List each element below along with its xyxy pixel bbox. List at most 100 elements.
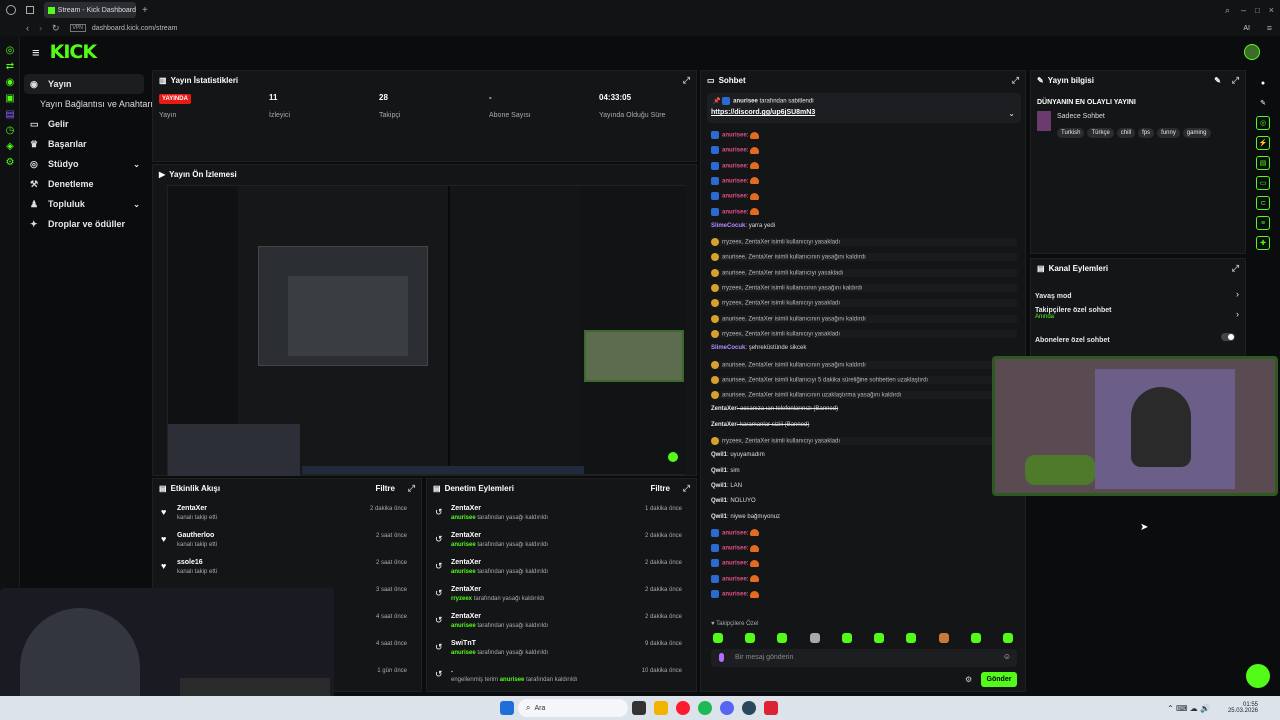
- emote-icon[interactable]: [1002, 633, 1013, 643]
- emoji-icon[interactable]: ☺: [1003, 652, 1011, 661]
- emote-icon[interactable]: [906, 633, 917, 643]
- expand-icon[interactable]: ⤢: [1232, 75, 1239, 86]
- rail-icon-1[interactable]: ◎: [0, 42, 20, 58]
- emote-icon[interactable]: [713, 633, 723, 643]
- browser-logo-icon[interactable]: [6, 5, 16, 15]
- slow-mode-row[interactable]: Yavaş mod ›: [1035, 289, 1241, 303]
- url-text[interactable]: dashboard.kick.com/stream: [92, 25, 178, 32]
- reload-icon[interactable]: ↻: [52, 23, 60, 34]
- search-tabs-icon[interactable]: ⌕: [1225, 5, 1230, 16]
- chat-input[interactable]: Bir mesaj gönderin ☺: [711, 649, 1017, 667]
- tag[interactable]: Türkçe: [1087, 128, 1114, 138]
- tag[interactable]: chill: [1116, 128, 1136, 138]
- info-rail-icon[interactable]: ●: [1256, 76, 1270, 90]
- chat-settings-icon[interactable]: ⚙: [965, 675, 972, 684]
- tag[interactable]: fps: [1138, 128, 1155, 138]
- chat-username[interactable]: Qwil1: [711, 452, 727, 458]
- expand-icon[interactable]: ⤢: [683, 75, 690, 86]
- send-button[interactable]: Gönder: [981, 672, 1017, 687]
- tag[interactable]: gaming: [1182, 128, 1211, 138]
- rail-icon-7[interactable]: ◈: [0, 138, 20, 154]
- opera-icon[interactable]: [676, 701, 690, 715]
- filter-button[interactable]: Filtre: [375, 484, 395, 493]
- chat-username[interactable]: anurisee: [722, 163, 747, 169]
- app-icon[interactable]: [764, 701, 778, 715]
- tag[interactable]: funny: [1157, 128, 1180, 138]
- emote-icon[interactable]: [809, 633, 820, 643]
- subs-chat-row[interactable]: Abonelere özel sohbet: [1035, 333, 1241, 347]
- chat-username[interactable]: anurisee: [722, 194, 747, 200]
- toggle-switch[interactable]: [1221, 333, 1235, 341]
- wrench-rail-icon[interactable]: ✚: [1256, 236, 1270, 250]
- emote-icon[interactable]: [874, 633, 885, 643]
- file-explorer-icon[interactable]: [654, 701, 668, 715]
- chat-username[interactable]: ZentaXer: [711, 406, 737, 412]
- expand-icon[interactable]: ⤢: [408, 483, 415, 494]
- steam-icon[interactable]: [742, 701, 756, 715]
- chat-username[interactable]: SlimeCocuk: [711, 223, 745, 229]
- minimize-icon[interactable]: –: [1241, 5, 1246, 15]
- bolt-rail-icon[interactable]: ⚡: [1256, 136, 1270, 150]
- task-view-icon[interactable]: [632, 701, 646, 715]
- vpn-badge[interactable]: VPN: [69, 24, 86, 32]
- tag[interactable]: Turkish: [1057, 128, 1085, 138]
- expand-icon[interactable]: ⤢: [1232, 263, 1239, 274]
- ai-button[interactable]: AI: [1243, 25, 1250, 32]
- sidebar-item-achievements[interactable]: ♛ Başarılar: [20, 134, 148, 154]
- stream-preview-video[interactable]: [167, 185, 686, 476]
- forward-icon[interactable]: ›: [39, 23, 42, 33]
- chat-username[interactable]: anurisee: [722, 576, 747, 582]
- camera-rail-icon[interactable]: ◎: [1256, 116, 1270, 130]
- browser-tab[interactable]: Stream - Kick Dashboard: [44, 2, 136, 18]
- taskbar-search[interactable]: ⌕ Ara: [518, 699, 628, 717]
- sidebar-item-studio[interactable]: ◎ Stüdyo ⌄: [20, 154, 148, 174]
- clipboard-rail-icon[interactable]: ▤: [1256, 156, 1270, 170]
- rail-icon-3[interactable]: ◉: [0, 74, 20, 90]
- sidebar-item-stream-key[interactable]: Yayın Bağlantısı ve Anahtarı: [20, 94, 153, 114]
- emote-icon[interactable]: [745, 633, 756, 643]
- rail-icon-2[interactable]: ⇄: [0, 58, 20, 74]
- followers-chat-row[interactable]: Takipçilere özel sohbet Anında ›: [1035, 307, 1241, 327]
- sidebar-item-community[interactable]: ♟ Topluluk ⌄: [20, 194, 148, 214]
- chat-username[interactable]: anurisee: [722, 148, 747, 154]
- chat-username[interactable]: anurisee: [722, 133, 747, 139]
- link-rail-icon[interactable]: ⊂: [1256, 196, 1270, 210]
- list-rail-icon[interactable]: ≡: [1256, 216, 1270, 230]
- chat-username[interactable]: anurisee: [722, 209, 747, 215]
- rail-icon-6[interactable]: ◷: [0, 122, 20, 138]
- sidebar-toggle-icon[interactable]: [26, 6, 34, 14]
- chat-username[interactable]: Qwil1: [711, 514, 727, 520]
- rail-icon-8[interactable]: ⚙: [0, 154, 20, 170]
- avatar[interactable]: [1244, 44, 1260, 60]
- rail-icon-4[interactable]: ▣: [0, 90, 20, 106]
- expand-icon[interactable]: ⤢: [1012, 75, 1019, 86]
- chat-username[interactable]: anurisee: [722, 592, 747, 598]
- new-tab-icon[interactable]: +: [142, 5, 148, 16]
- chat-username[interactable]: Qwil1: [711, 468, 727, 474]
- sidebar-item-revenue[interactable]: ▭ Gelir: [20, 114, 148, 134]
- back-icon[interactable]: ‹: [26, 23, 29, 33]
- sidebar-item-moderation[interactable]: ⚒ Denetleme: [20, 174, 148, 194]
- edit-icon[interactable]: ✎: [1214, 76, 1221, 85]
- chat-username[interactable]: Qwil1: [711, 498, 727, 504]
- sidebar-item-stream[interactable]: ◉ Yayın: [24, 74, 144, 94]
- tray-area[interactable]: ⌃ ⌨ ☁ 🔊: [1167, 704, 1210, 713]
- chat-username[interactable]: anurisee: [722, 561, 747, 567]
- rail-icon-5[interactable]: ▤: [0, 106, 20, 122]
- help-chat-icon[interactable]: [1246, 664, 1270, 688]
- chat-username[interactable]: SlimeCocuk: [711, 345, 745, 351]
- chat-username[interactable]: Qwil1: [711, 483, 727, 489]
- chat-username[interactable]: anurisee: [722, 178, 747, 184]
- maximize-icon[interactable]: □: [1255, 6, 1260, 15]
- chat-username[interactable]: anurisee: [722, 530, 747, 536]
- emote-icon[interactable]: [970, 633, 981, 643]
- discord-icon[interactable]: [720, 701, 734, 715]
- emote-icon[interactable]: [938, 633, 949, 643]
- chat-rail-icon[interactable]: ▭: [1256, 176, 1270, 190]
- expand-icon[interactable]: ⤢: [683, 483, 690, 494]
- spotify-icon[interactable]: [698, 701, 712, 715]
- edit-rail-icon[interactable]: ✎: [1256, 96, 1270, 110]
- emote-icon[interactable]: [841, 633, 852, 643]
- filter-button[interactable]: Filtre: [650, 484, 670, 493]
- hamburger-icon[interactable]: ≡: [32, 45, 40, 60]
